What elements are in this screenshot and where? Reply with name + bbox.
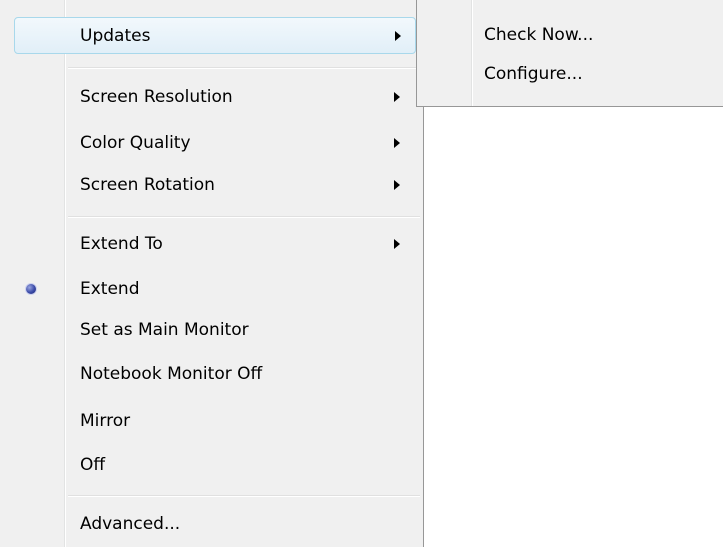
menu-item-color-quality[interactable]: Color Quality bbox=[0, 124, 422, 161]
menu-item-label: Updates bbox=[80, 25, 151, 46]
menu-item-label: Screen Rotation bbox=[80, 174, 215, 195]
menu-item-label: Mirror bbox=[80, 410, 131, 431]
menu-item-advanced[interactable]: Advanced... bbox=[0, 505, 422, 542]
submenu-item-check-now[interactable]: Check Now... bbox=[417, 17, 722, 53]
menu-item-notebook-monitor-off[interactable]: Notebook Monitor Off bbox=[0, 355, 422, 392]
menu-item-label: Color Quality bbox=[80, 132, 191, 153]
submenu-arrow-icon bbox=[395, 30, 401, 41]
submenu-arrow-icon bbox=[394, 238, 400, 249]
menu-item-extend-to[interactable]: Extend To bbox=[0, 225, 422, 262]
submenu-item-label: Check Now... bbox=[484, 25, 594, 45]
submenu-item-configure[interactable]: Configure... bbox=[417, 56, 722, 92]
updates-submenu: Check Now... Configure... bbox=[416, 0, 723, 107]
menu-item-screen-rotation[interactable]: Screen Rotation bbox=[0, 166, 422, 203]
menu-item-set-as-main-monitor[interactable]: Set as Main Monitor bbox=[0, 311, 422, 348]
menu-separator bbox=[68, 67, 420, 69]
menu-item-label: Screen Resolution bbox=[80, 86, 233, 107]
submenu-arrow-icon bbox=[394, 91, 400, 102]
menu-item-off[interactable]: Off bbox=[0, 446, 422, 483]
submenu-item-label: Configure... bbox=[484, 64, 583, 84]
screen: Updates Screen Resolution Color Quality … bbox=[0, 0, 723, 547]
menu-item-screen-resolution[interactable]: Screen Resolution bbox=[0, 78, 422, 115]
menu-separator bbox=[68, 495, 420, 497]
menu-item-updates[interactable]: Updates bbox=[14, 17, 416, 54]
menu-item-mirror[interactable]: Mirror bbox=[0, 402, 422, 439]
radio-checked-icon bbox=[26, 283, 36, 294]
menu-item-label: Extend bbox=[80, 278, 140, 299]
menu-item-extend[interactable]: Extend bbox=[0, 270, 422, 307]
submenu-arrow-icon bbox=[394, 137, 400, 148]
menu-item-label: Set as Main Monitor bbox=[80, 319, 249, 340]
menu-item-label: Advanced... bbox=[80, 513, 181, 534]
context-menu: Updates Screen Resolution Color Quality … bbox=[0, 0, 424, 547]
menu-item-label: Off bbox=[80, 454, 106, 475]
submenu-arrow-icon bbox=[394, 179, 400, 190]
menu-separator bbox=[68, 216, 420, 218]
menu-item-label: Notebook Monitor Off bbox=[80, 363, 263, 384]
menu-item-label: Extend To bbox=[80, 233, 163, 254]
